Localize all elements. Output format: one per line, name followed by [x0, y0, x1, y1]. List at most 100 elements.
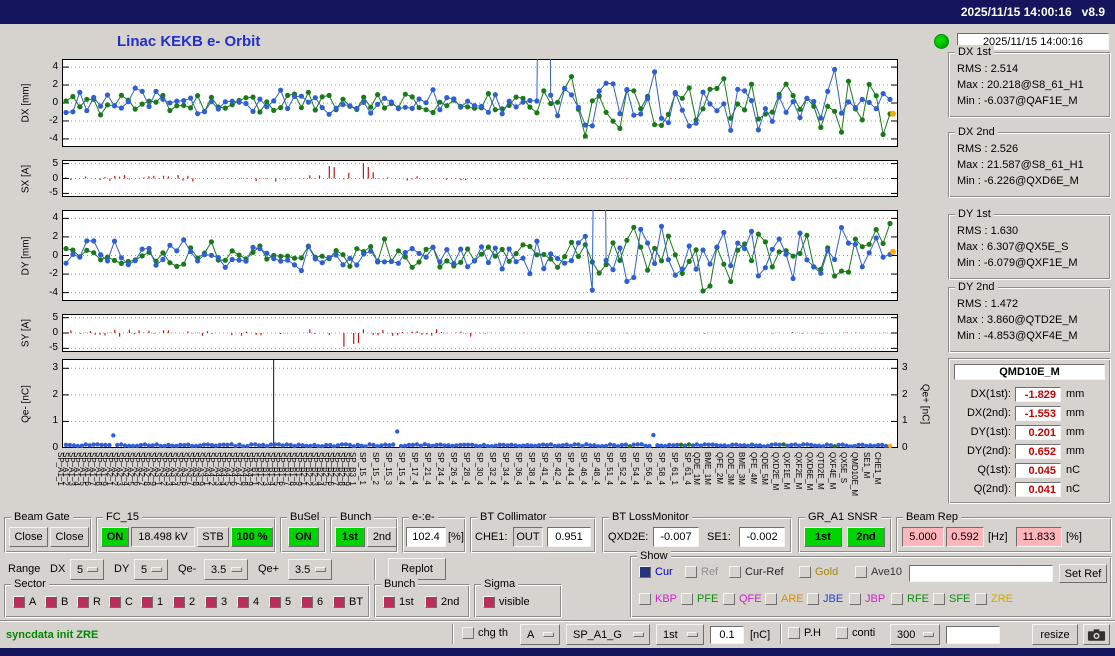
- gr-a1-1st-button[interactable]: 1st: [804, 527, 842, 547]
- show-toggle-sfe[interactable]: SFE: [933, 593, 970, 605]
- chg-th-toggle[interactable]: chg th: [462, 627, 508, 639]
- option-menu-dash: [315, 566, 326, 572]
- sector-toggle-c[interactable]: C: [109, 596, 133, 608]
- sector-toggle-1[interactable]: 1: [141, 596, 163, 608]
- sigma-toggle-visible-indicator: [483, 596, 495, 608]
- show-toggle-pfe-indicator: [681, 593, 693, 605]
- x-axis-label: SP_61_1: [670, 452, 679, 485]
- range-qem-menu[interactable]: 3.5: [204, 559, 248, 580]
- option-menu-dash: [87, 566, 98, 572]
- mode-menu[interactable]: A: [520, 624, 560, 645]
- range-dx-menu[interactable]: 5: [70, 559, 104, 580]
- show-toggle-gold[interactable]: Gold: [799, 566, 838, 578]
- se1-value-display: -0.002: [739, 527, 785, 547]
- sector-toggle-4[interactable]: 4: [237, 596, 259, 608]
- show-toggle-ref[interactable]: Ref: [685, 566, 718, 578]
- fc15-on-indicator: ON: [101, 527, 129, 547]
- busel-on-button[interactable]: ON: [288, 527, 319, 547]
- snapshot-button[interactable]: [1083, 624, 1110, 645]
- bunch-menu[interactable]: 1st: [656, 624, 704, 645]
- x-axis-label: SP_58_4: [657, 452, 666, 485]
- conti-toggle[interactable]: conti: [836, 627, 875, 639]
- show-toggle-rfe[interactable]: RFE: [891, 593, 929, 605]
- count-menu[interactable]: 300: [890, 624, 940, 645]
- ee-ratio-frame: e-:e- 102.4 [%]: [402, 510, 466, 553]
- plot-dx-ytick: -4: [49, 132, 58, 144]
- gr-a1-2nd-button[interactable]: 2nd: [847, 527, 885, 547]
- qmd-row-unit: nC: [1066, 464, 1081, 476]
- show-toggle-zre[interactable]: ZRE: [975, 593, 1013, 605]
- show-toggle-cur-ref-label: Cur-Ref: [745, 566, 784, 578]
- fc15-percent-indicator: 100 %: [231, 527, 273, 547]
- x-axis-label: SP_15_3: [384, 452, 393, 485]
- bunch-select-toggle-1st-label: 1st: [399, 596, 414, 608]
- range-dy-value: 5: [141, 563, 148, 576]
- sector-toggle-bt[interactable]: BT: [333, 596, 363, 608]
- resize-button[interactable]: resize: [1032, 624, 1078, 645]
- plot-q-ytick-right: 3: [902, 362, 908, 374]
- sigma-toggle-visible[interactable]: visible: [483, 596, 530, 608]
- x-axis-label: QFE_2M: [714, 452, 724, 485]
- x-axis-label: QXF2E_M: [793, 452, 803, 490]
- show-toggle-cur-ref[interactable]: Cur-Ref: [729, 566, 784, 578]
- x-axis-label: QX5E_S: [838, 452, 848, 484]
- plot-dx-ytick: -2: [49, 114, 58, 126]
- bunch-1st-button[interactable]: 1st: [335, 527, 365, 547]
- chg-th-label: chg th: [478, 627, 508, 639]
- stats-line: Min : -6.226@QXD6E_M: [957, 175, 1079, 187]
- beam-gate-close-button-1[interactable]: Close: [9, 527, 48, 547]
- ref-file-input[interactable]: [909, 565, 1053, 582]
- beam-gate-close-button-2[interactable]: Close: [50, 527, 89, 547]
- ph-toggle[interactable]: P.H: [788, 627, 821, 639]
- show-toggle-cur-ref-indicator: [729, 566, 741, 578]
- show-toggle-kbp[interactable]: KBP: [639, 593, 677, 605]
- bunch-2nd-button[interactable]: 2nd: [367, 527, 397, 547]
- threshold-value[interactable]: 0.1: [710, 626, 744, 644]
- range-qep-menu[interactable]: 3.5: [288, 559, 332, 580]
- stats-group-title: DY 1st: [955, 207, 994, 221]
- bunch-select-toggle-2nd[interactable]: 2nd: [425, 596, 459, 608]
- fc15-frame: FC_15 ON 18.498 kV STB 100 %: [96, 510, 276, 553]
- plot-sx-ytick: 0: [52, 172, 58, 184]
- sector-toggle-3[interactable]: 3: [205, 596, 227, 608]
- show-toggle-are[interactable]: ARE: [765, 593, 804, 605]
- sector-toggle-2[interactable]: 2: [173, 596, 195, 608]
- show-toggle-jbe[interactable]: JBE: [807, 593, 843, 605]
- stats-line: RMS : 2.526: [957, 143, 1019, 155]
- sector-toggle-r[interactable]: R: [77, 596, 101, 608]
- titlebar-datetime: 2025/11/15 14:00:16 v8.9: [960, 5, 1105, 19]
- ph-label: P.H: [804, 627, 821, 639]
- aux-input[interactable]: [946, 626, 1000, 644]
- qmd-row-label: Q(1st):: [977, 464, 1011, 476]
- mode-menu-value: A: [527, 628, 535, 641]
- show-toggle-jbe-indicator: [807, 593, 819, 605]
- bottom-border: [0, 648, 1115, 656]
- range-dy-menu[interactable]: 5: [134, 559, 168, 580]
- show-toggle-jbp[interactable]: JBP: [849, 593, 885, 605]
- show-toggle-cur[interactable]: Cur: [639, 566, 673, 578]
- device-menu[interactable]: SP_A1_G: [566, 624, 650, 645]
- show-toggle-qfe-label: QFE: [739, 593, 762, 605]
- show-toggle-ave10[interactable]: Ave10: [855, 566, 902, 578]
- x-axis-label: CHE1_M: [872, 452, 882, 485]
- qmd-row-label: DY(1st):: [970, 426, 1011, 438]
- sector-toggle-6[interactable]: 6: [301, 596, 323, 608]
- plot-dx-ytick: 2: [52, 79, 58, 91]
- fc15-title: FC_15: [103, 510, 143, 524]
- bunch-select-toggle-1st[interactable]: 1st: [383, 596, 414, 608]
- bt-lossmonitor-title: BT LossMonitor: [609, 510, 692, 524]
- sector-toggle-5[interactable]: 5: [269, 596, 291, 608]
- show-toggle-pfe-label: PFE: [697, 593, 719, 605]
- show-toggle-pfe[interactable]: PFE: [681, 593, 718, 605]
- set-ref-button[interactable]: Set Ref: [1059, 564, 1107, 583]
- qmd-row-label: DY(2nd):: [966, 445, 1011, 457]
- plot-dy-ytick: 4: [52, 212, 58, 224]
- separator: [0, 620, 1115, 622]
- option-menu-dash: [543, 631, 554, 637]
- sector-toggle-b[interactable]: B: [45, 596, 68, 608]
- che1-label: CHE1:: [475, 531, 508, 543]
- page-title: Linac KEKB e- Orbit: [117, 33, 261, 50]
- sector-toggle-a[interactable]: A: [13, 596, 36, 608]
- show-toggle-qfe[interactable]: QFE: [723, 593, 762, 605]
- x-axis-label: SP_46_4: [579, 452, 588, 485]
